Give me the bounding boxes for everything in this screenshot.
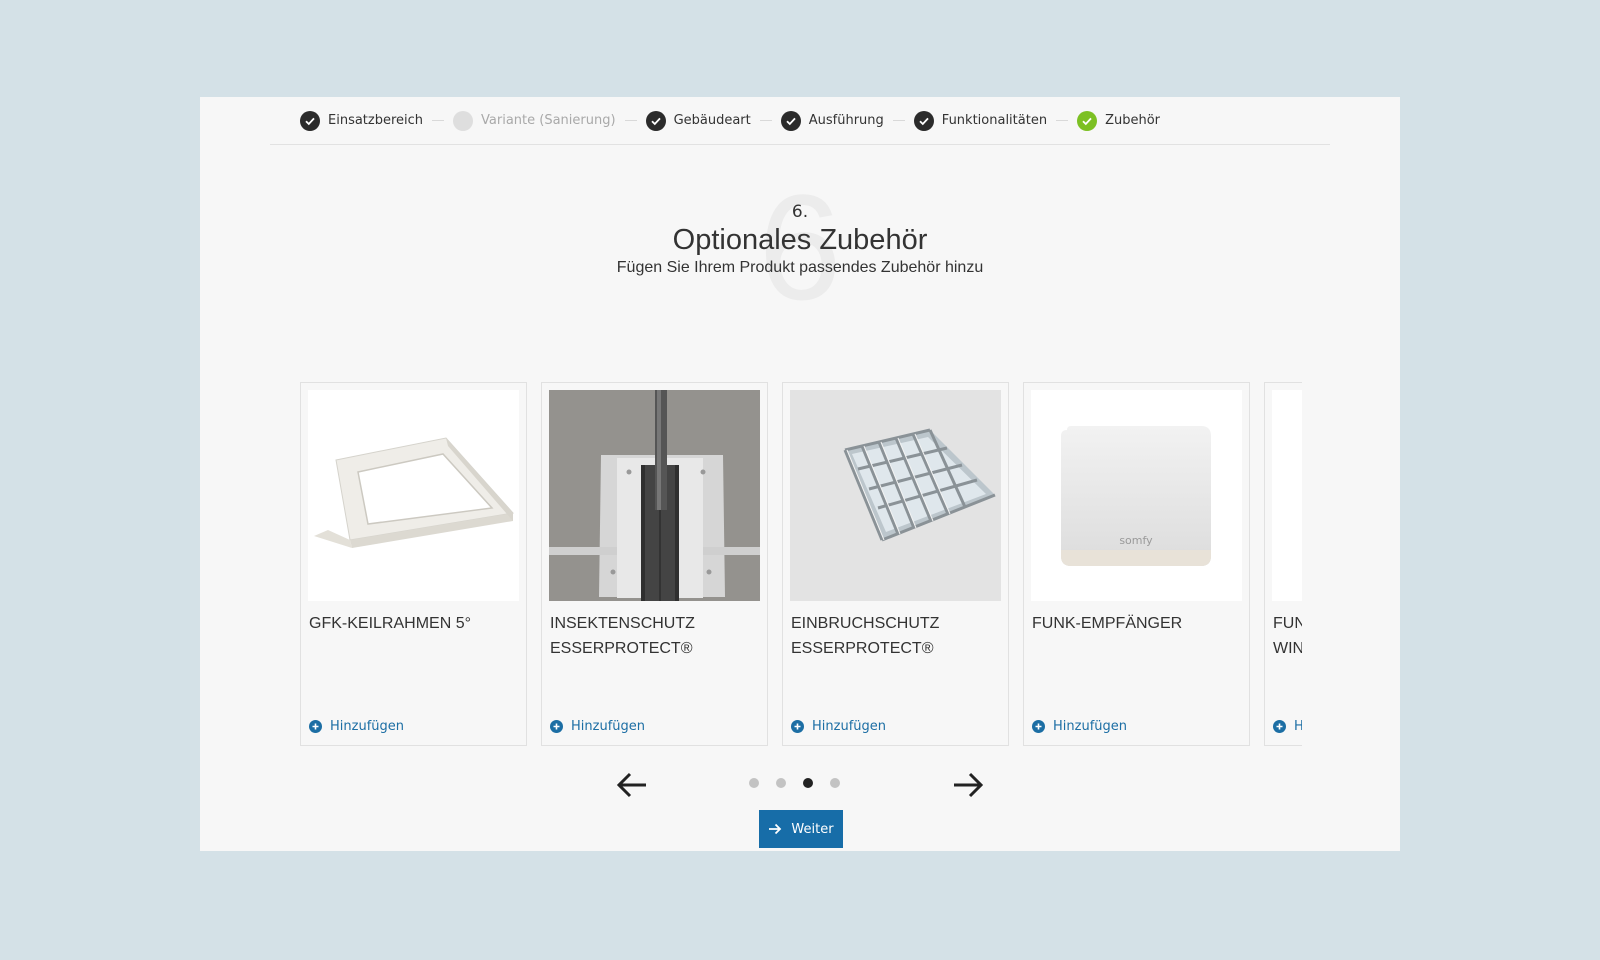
step-funktionalitaeten[interactable]: Funktionalitäten [913, 110, 1048, 131]
carousel-pagination [749, 778, 840, 788]
pagination-dot-active[interactable] [803, 778, 813, 788]
pagination-dot[interactable] [830, 778, 840, 788]
weiter-button[interactable]: Weiter [759, 810, 843, 848]
product-name: INSEKTENSCHUTZ ESSERPROTECT® [550, 611, 760, 661]
svg-text:somfy: somfy [1119, 534, 1153, 547]
step-empty-icon [453, 110, 474, 131]
product-image-keilrahmen [308, 390, 519, 601]
product-name-line1: FUNK-EMPFÄNGER [1032, 615, 1183, 632]
weiter-label: Weiter [791, 821, 834, 837]
add-button[interactable]: Hinzufügen [309, 719, 404, 734]
step-label: Einsatzbereich [328, 113, 424, 128]
step-number: 6. [791, 202, 809, 222]
product-name: FUN WIN [1273, 611, 1302, 661]
add-button[interactable]: H [1273, 719, 1302, 734]
product-name-line1: GFK-KEILRAHMEN 5° [309, 615, 471, 632]
arrow-right-icon [769, 823, 782, 835]
add-label: H [1294, 719, 1302, 734]
product-name-line1: FUN [1273, 615, 1302, 632]
step-label: Zubehör [1105, 113, 1160, 128]
pagination-dot[interactable] [749, 778, 759, 788]
plus-circle-icon [1032, 720, 1045, 733]
step-ausfuehrung[interactable]: Ausführung [780, 110, 884, 131]
next-arrow-icon[interactable] [948, 765, 988, 805]
prev-arrow-icon[interactable] [612, 765, 652, 805]
pagination-dot[interactable] [776, 778, 786, 788]
product-name: EINBRUCHSCHUTZ ESSERPROTECT® [791, 611, 1001, 661]
product-name-line2: ESSERPROTECT® [791, 640, 934, 657]
step-variante: Variante (Sanierung) [453, 110, 616, 131]
step-zubehoer[interactable]: Zubehör [1077, 110, 1160, 131]
plus-circle-icon [791, 720, 804, 733]
product-name: FUNK-EMPFÄNGER [1032, 611, 1242, 636]
page-subtitle: Fügen Sie Ihrem Produkt passendes Zubehö… [616, 259, 984, 276]
check-icon [645, 110, 666, 131]
add-label: Hinzufügen [1053, 719, 1127, 734]
step-separator [759, 120, 772, 121]
product-card-partial[interactable]: FUN WIN H [1264, 382, 1302, 746]
product-image-partial [1272, 390, 1302, 601]
step-label: Funktionalitäten [941, 113, 1048, 128]
add-label: Hinzufügen [330, 719, 404, 734]
product-name-line1: EINBRUCHSCHUTZ [791, 615, 940, 632]
add-button[interactable]: Hinzufügen [550, 719, 645, 734]
step-header: 6 6. Optionales Zubehör Fügen Sie Ihrem … [200, 172, 1400, 322]
product-image-insektenschutz [549, 390, 760, 601]
step-gebaeudeart[interactable]: Gebäudeart [645, 110, 751, 131]
configurator-panel: Einsatzbereich Variante (Sanierung) Gebä… [200, 97, 1400, 851]
step-separator [1056, 120, 1069, 121]
product-name-line2: ESSERPROTECT® [550, 640, 693, 657]
check-icon [780, 110, 801, 131]
product-carousel: GFK-KEILRAHMEN 5° Hinzufügen INSEKTENSCH… [300, 382, 1302, 746]
product-card-funk-empfaenger[interactable]: somfy FUNK-EMPFÄNGER Hinzufügen [1023, 382, 1250, 746]
add-label: Hinzufügen [812, 719, 886, 734]
check-icon [1077, 110, 1098, 131]
product-card-insektenschutz[interactable]: INSEKTENSCHUTZ ESSERPROTECT® Hinzufügen [541, 382, 768, 746]
product-image-funk-empfaenger: somfy [1031, 390, 1242, 601]
product-name-line2: WIN [1273, 640, 1302, 657]
add-button[interactable]: Hinzufügen [791, 719, 886, 734]
plus-circle-icon [550, 720, 563, 733]
product-image-einbruchschutz [790, 390, 1001, 601]
step-einsatzbereich[interactable]: Einsatzbereich [300, 110, 424, 131]
check-icon [913, 110, 934, 131]
plus-circle-icon [309, 720, 322, 733]
plus-circle-icon [1273, 720, 1286, 733]
step-label: Ausführung [808, 113, 884, 128]
page-title: Optionales Zubehör [672, 224, 928, 256]
step-separator [432, 120, 445, 121]
step-separator [624, 120, 637, 121]
add-label: Hinzufügen [571, 719, 645, 734]
product-name-line1: INSEKTENSCHUTZ [550, 615, 695, 632]
check-icon [300, 110, 320, 131]
step-label: Gebäudeart [673, 113, 751, 128]
add-button[interactable]: Hinzufügen [1032, 719, 1127, 734]
step-separator [892, 120, 905, 121]
product-name: GFK-KEILRAHMEN 5° [309, 611, 519, 636]
product-card-einbruchschutz[interactable]: EINBRUCHSCHUTZ ESSERPROTECT® Hinzufügen [782, 382, 1009, 746]
step-label: Variante (Sanierung) [481, 113, 616, 128]
progress-steps: Einsatzbereich Variante (Sanierung) Gebä… [270, 97, 1330, 145]
product-card-keilrahmen[interactable]: GFK-KEILRAHMEN 5° Hinzufügen [300, 382, 527, 746]
